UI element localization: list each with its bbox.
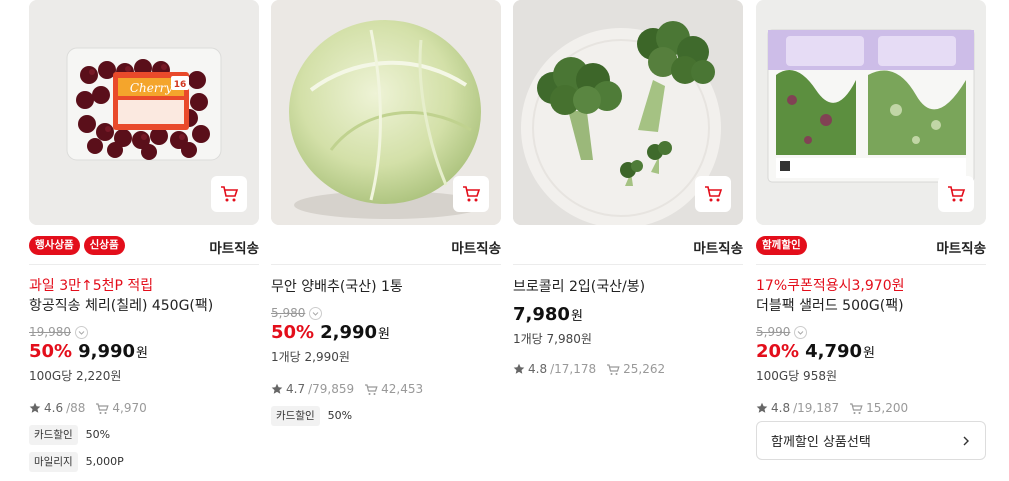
- review-count[interactable]: /17,178: [550, 361, 596, 377]
- unit-price: 100G당 2,220원: [29, 369, 122, 383]
- unit-price: 1개당 7,980원: [513, 332, 592, 346]
- shipping-label: 마트직송: [936, 241, 986, 257]
- product-card[interactable]: 마트직송 브로콜리 2입(국산/봉) 7,980 원 1개당 7,980원 4.8…: [513, 0, 743, 377]
- benefit-row: 카드할인 50%: [29, 425, 259, 445]
- stats-row: 4.7/79,859 42,453: [271, 381, 501, 397]
- original-price-row: 19,980: [29, 324, 259, 340]
- promo-text: 17%쿠폰적용시3,970원: [756, 278, 905, 294]
- bundle-select-button[interactable]: 함께할인 상품선택: [756, 421, 986, 460]
- product-image[interactable]: [756, 0, 986, 225]
- product-card[interactable]: Cherry 16 행사상품 신상품 마트직송 과일 3만↑5천P 적립 항공직…: [29, 0, 259, 472]
- chevron-down-icon[interactable]: [794, 325, 808, 339]
- product-card[interactable]: 함께할인 마트직송 17%쿠폰적용시3,970원 더블팩 샐러드 500G(팩)…: [756, 0, 986, 460]
- together-discount-badge: 함께할인: [756, 236, 807, 255]
- original-price-row: 5,980: [271, 305, 501, 321]
- star-icon: [513, 363, 525, 374]
- sale-price: 2,990: [320, 322, 378, 343]
- currency-unit: 원: [136, 346, 148, 361]
- cart-count: 15,200: [866, 401, 909, 415]
- cart-icon: [705, 186, 723, 202]
- new-badge: 신상품: [83, 236, 125, 255]
- add-to-cart-button[interactable]: [211, 176, 247, 212]
- stats-row: 4.6/88 4,970: [29, 400, 259, 416]
- original-price: 5,990: [756, 325, 791, 339]
- cart-count-icon: [850, 402, 863, 414]
- shipping-label: 마트직송: [209, 241, 259, 257]
- price-row: 50% 2,990 원: [271, 321, 501, 347]
- sale-price: 7,980: [513, 304, 570, 325]
- chevron-down-icon[interactable]: [75, 325, 88, 339]
- product-image[interactable]: [271, 0, 501, 225]
- benefit-tag: 카드할인: [271, 406, 320, 426]
- product-name[interactable]: 항공직송 체리(칠레) 450G(팩): [29, 296, 259, 316]
- cart-icon: [463, 186, 481, 202]
- benefit-row: 카드할인 50%: [271, 406, 501, 426]
- svg-text:16: 16: [174, 80, 187, 90]
- divider: [513, 264, 743, 265]
- product-image[interactable]: Cherry 16: [29, 0, 259, 225]
- sale-price: 9,990: [78, 341, 136, 362]
- stats-row: 4.8/19,187 15,200: [756, 400, 986, 416]
- add-to-cart-button[interactable]: [938, 176, 974, 212]
- benefit-value: 50%: [85, 428, 111, 441]
- chevron-right-icon: [963, 436, 969, 445]
- benefit-tag: 마일리지: [29, 452, 78, 472]
- currency-unit: 원: [863, 346, 875, 361]
- cart-count: 42,453: [381, 382, 424, 396]
- currency-unit: 원: [378, 327, 390, 342]
- chevron-down-icon[interactable]: [309, 306, 323, 320]
- add-to-cart-button[interactable]: [695, 176, 731, 212]
- event-badge: 행사상품: [29, 236, 80, 255]
- discount-rate: 50%: [271, 322, 315, 343]
- bundle-select-label: 함께할인 상품선택: [771, 435, 871, 450]
- product-name[interactable]: 브로콜리 2입(국산/봉): [513, 277, 743, 297]
- original-price: 19,980: [29, 325, 71, 339]
- benefit-tag: 카드할인: [29, 425, 78, 445]
- benefit-value: 5,000P: [85, 455, 124, 468]
- sale-price: 4,790: [805, 341, 863, 362]
- cart-icon: [221, 186, 239, 202]
- cart-icon: [948, 186, 966, 202]
- price-row: 20% 4,790 원: [756, 340, 986, 366]
- price-row: 50% 9,990 원: [29, 340, 259, 366]
- divider: [271, 264, 501, 265]
- rating-value: 4.6: [44, 401, 64, 415]
- cart-count-icon: [96, 402, 110, 414]
- rating-value: 4.8: [771, 401, 791, 415]
- add-to-cart-button[interactable]: [453, 176, 489, 212]
- promo-text: 과일 3만↑5천P 적립: [29, 278, 154, 294]
- svg-text:Cherry: Cherry: [130, 81, 172, 95]
- cart-count: 25,262: [623, 362, 666, 376]
- rating-value: 4.7: [286, 382, 306, 396]
- product-name[interactable]: 더블팩 샐러드 500G(팩): [756, 296, 986, 316]
- unit-price: 100G당 958원: [756, 369, 838, 383]
- divider: [29, 264, 259, 265]
- currency-unit: 원: [570, 309, 583, 324]
- shipping-label: 마트직송: [693, 241, 743, 257]
- unit-price: 1개당 2,990원: [271, 350, 350, 364]
- original-price: 5,980: [271, 306, 306, 320]
- cart-count: 4,970: [112, 401, 147, 415]
- benefit-row: 마일리지 5,000P: [29, 452, 259, 472]
- review-count[interactable]: /19,187: [793, 400, 839, 416]
- review-count[interactable]: /79,859: [308, 381, 354, 397]
- benefit-value: 50%: [327, 409, 353, 422]
- star-icon: [756, 402, 768, 413]
- shipping-label: 마트직송: [451, 241, 501, 257]
- star-icon: [29, 402, 41, 413]
- original-price-row: 5,990: [756, 324, 986, 340]
- price-row: 7,980 원: [513, 303, 743, 329]
- product-card[interactable]: 마트직송 무안 양배추(국산) 1통 5,980 50% 2,990 원 1개당 …: [271, 0, 501, 426]
- rating-value: 4.8: [528, 362, 548, 376]
- stats-row: 4.8/17,178 25,262: [513, 361, 743, 377]
- product-image[interactable]: [513, 0, 743, 225]
- star-icon: [271, 383, 283, 394]
- review-count[interactable]: /88: [66, 400, 85, 416]
- discount-rate: 20%: [756, 341, 800, 362]
- product-name[interactable]: 무안 양배추(국산) 1통: [271, 277, 501, 297]
- discount-rate: 50%: [29, 341, 73, 362]
- divider: [756, 264, 986, 265]
- cart-count-icon: [365, 383, 378, 395]
- cart-count-icon: [607, 363, 620, 375]
